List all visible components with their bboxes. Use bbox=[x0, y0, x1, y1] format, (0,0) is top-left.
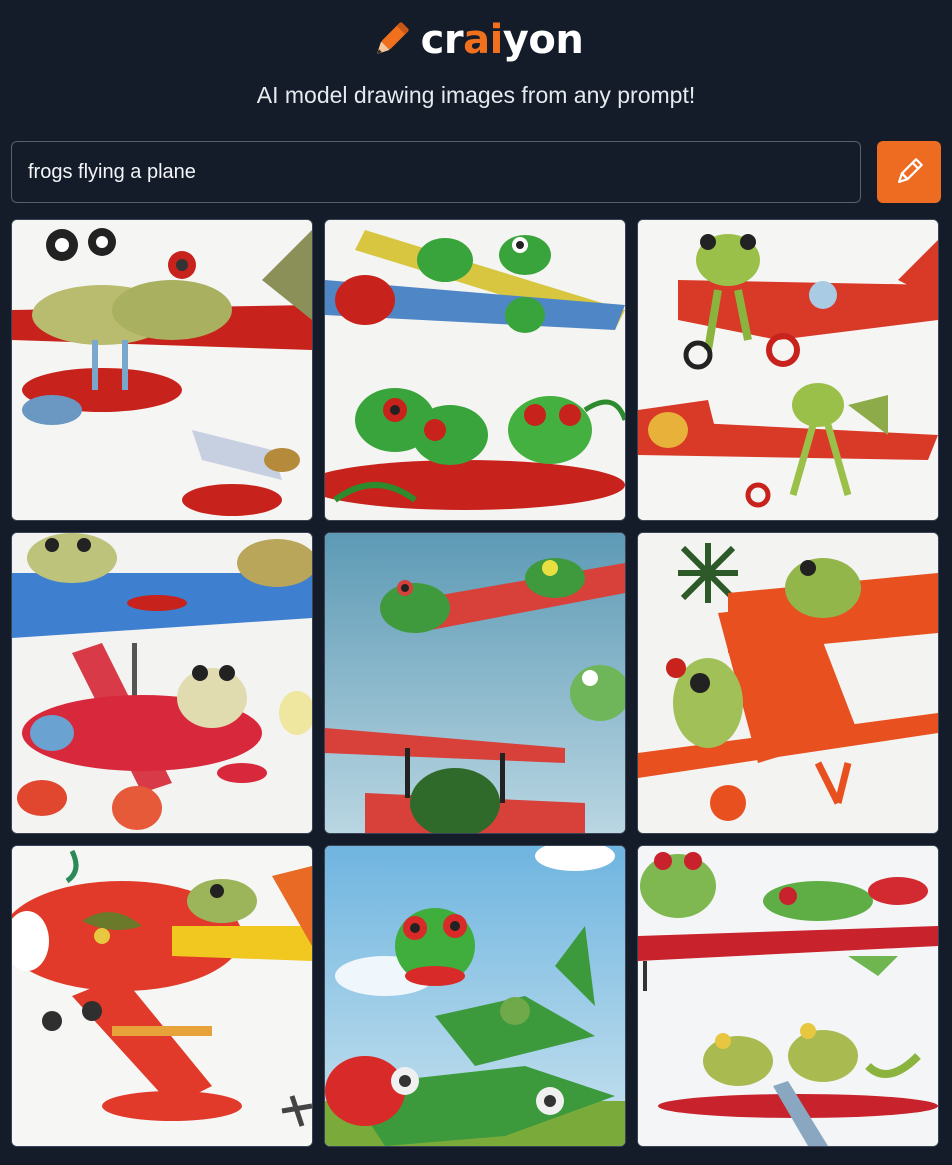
result-image[interactable] bbox=[324, 219, 626, 521]
pencil-icon bbox=[898, 158, 923, 183]
frog-plane-image bbox=[12, 220, 312, 520]
result-image[interactable] bbox=[324, 532, 626, 834]
draw-button[interactable] bbox=[877, 141, 941, 203]
tagline: AI model drawing images from any prompt! bbox=[256, 82, 696, 108]
logo-suffix: yon bbox=[502, 17, 584, 63]
frog-plane-image bbox=[12, 533, 312, 833]
frog-plane-image bbox=[325, 846, 625, 1146]
result-image[interactable] bbox=[637, 532, 939, 834]
frog-plane-image bbox=[12, 846, 312, 1146]
result-image[interactable] bbox=[324, 845, 626, 1147]
result-image[interactable] bbox=[11, 219, 313, 521]
frog-plane-image bbox=[325, 533, 625, 833]
pencil-logo-icon bbox=[376, 22, 409, 55]
header: craiyon bbox=[0, 14, 952, 66]
logo-prefix: cr bbox=[420, 17, 464, 63]
frog-plane-image bbox=[638, 533, 938, 833]
frog-plane-image bbox=[325, 220, 625, 520]
result-image[interactable] bbox=[11, 845, 313, 1147]
result-image[interactable] bbox=[11, 532, 313, 834]
frog-plane-image bbox=[638, 846, 938, 1146]
logo-accent: ai bbox=[463, 17, 503, 63]
results-grid bbox=[11, 219, 941, 1147]
result-image[interactable] bbox=[637, 219, 939, 521]
prompt-input[interactable] bbox=[11, 141, 861, 203]
logo-wordmark: craiyon bbox=[421, 20, 584, 60]
frog-plane-image bbox=[638, 220, 938, 520]
result-image[interactable] bbox=[637, 845, 939, 1147]
